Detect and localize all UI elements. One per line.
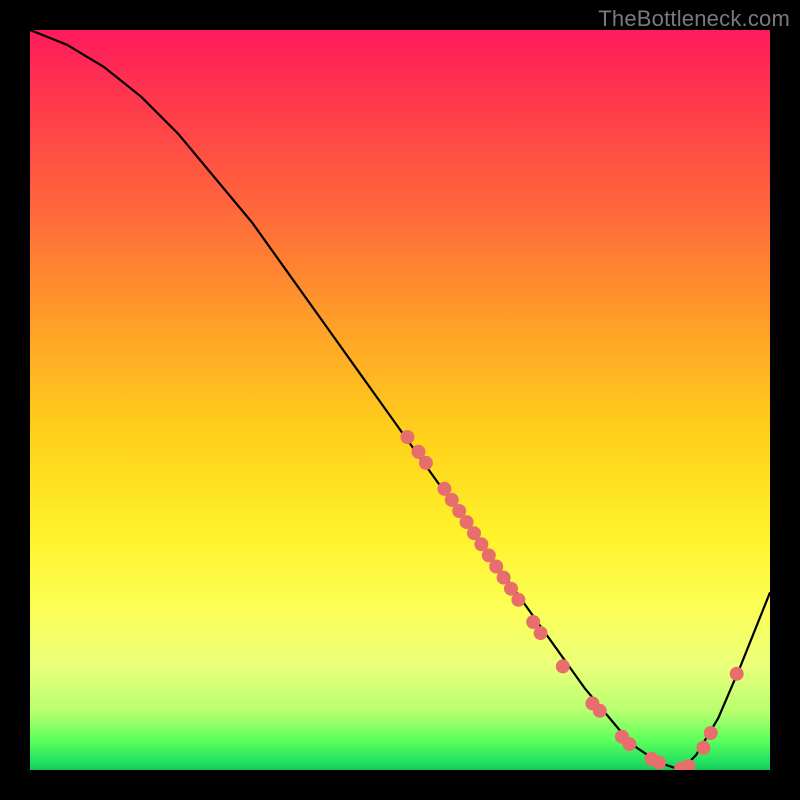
data-point — [556, 659, 570, 673]
data-point — [704, 726, 718, 740]
data-point — [400, 430, 414, 444]
data-point — [696, 741, 710, 755]
data-point — [652, 756, 666, 770]
data-point — [419, 456, 433, 470]
data-point — [593, 704, 607, 718]
plot-area — [30, 30, 770, 770]
data-point — [534, 626, 548, 640]
data-point — [682, 759, 696, 770]
data-point — [730, 667, 744, 681]
data-point — [511, 593, 525, 607]
watermark-text: TheBottleneck.com — [598, 6, 790, 32]
chart-frame: TheBottleneck.com — [0, 0, 800, 800]
data-points — [400, 430, 743, 770]
bottleneck-curve — [30, 30, 770, 770]
data-point — [622, 737, 636, 751]
chart-svg — [30, 30, 770, 770]
